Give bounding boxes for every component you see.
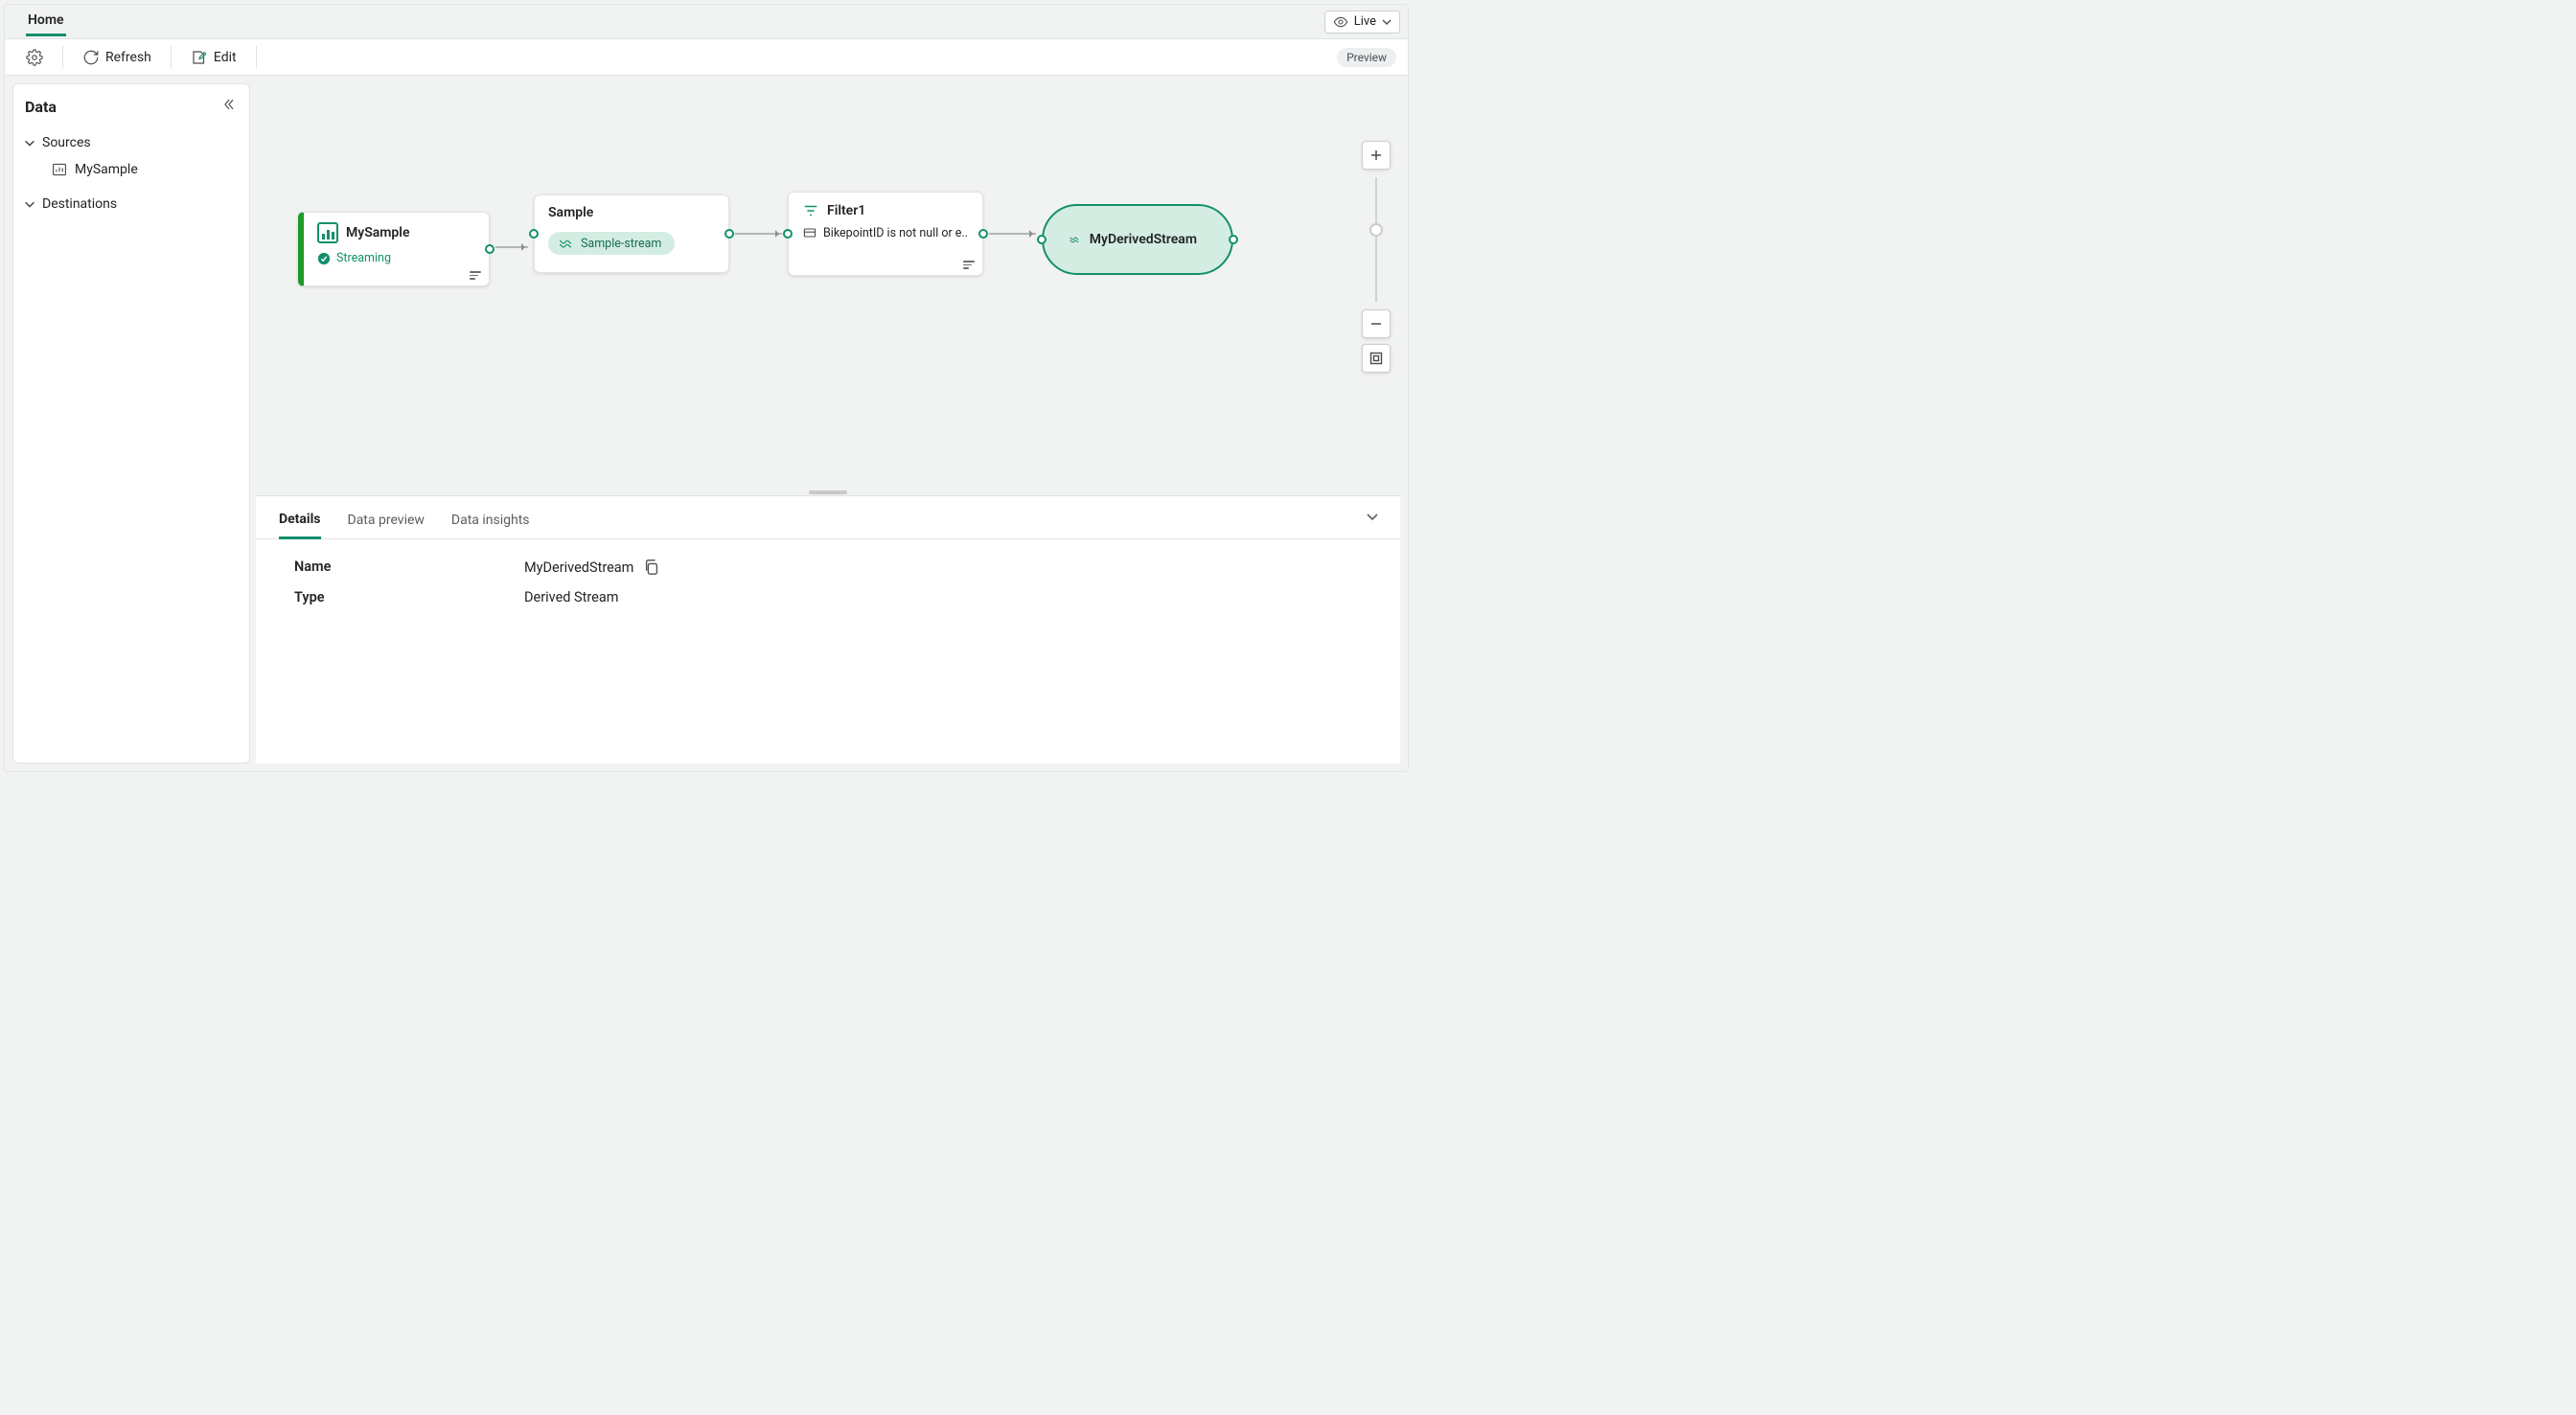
node-sample-title: Sample <box>548 205 593 220</box>
node-derived-stream[interactable]: MyDerivedStream <box>1042 204 1233 275</box>
input-port[interactable] <box>1037 235 1046 244</box>
edge-sample-to-filter <box>735 233 782 235</box>
sample-pill-label: Sample-stream <box>581 237 661 251</box>
check-circle-icon <box>317 252 331 265</box>
zoom-slider[interactable] <box>1375 177 1377 302</box>
node-mysample-status: Streaming <box>336 251 391 265</box>
zoom-out-button[interactable] <box>1362 309 1391 338</box>
output-port[interactable] <box>1229 235 1238 244</box>
source-item-mysample[interactable]: MySample <box>23 156 240 183</box>
tab-data-preview[interactable]: Data preview <box>348 507 425 537</box>
chevron-double-left-icon <box>221 97 237 112</box>
edge-filter-to-derived <box>989 233 1036 235</box>
details-name-value: MyDerivedStream <box>524 559 633 576</box>
edit-label: Edit <box>214 50 237 65</box>
collapse-sidebar-button[interactable] <box>218 94 240 115</box>
destinations-label: Destinations <box>42 196 117 212</box>
destinations-group-toggle[interactable]: Destinations <box>23 191 240 217</box>
plus-icon <box>1369 148 1383 162</box>
node-menu-button[interactable] <box>470 271 481 280</box>
column-icon <box>802 225 817 240</box>
source-item-label: MySample <box>75 162 138 177</box>
settings-button[interactable] <box>26 49 43 66</box>
node-menu-button[interactable] <box>963 261 975 269</box>
edit-icon <box>191 49 208 66</box>
output-port[interactable] <box>485 244 494 254</box>
sources-group-toggle[interactable]: Sources <box>23 129 240 156</box>
minus-icon <box>1369 317 1383 331</box>
stream-icon <box>1069 232 1080 247</box>
node-mysample[interactable]: MySample Streaming <box>298 212 490 286</box>
toolbar-separator <box>62 46 63 69</box>
gear-icon <box>26 49 43 66</box>
live-dropdown[interactable]: Live <box>1324 11 1400 34</box>
toolbar-separator <box>256 46 257 69</box>
toolbar-separator <box>171 46 172 69</box>
chevron-down-icon <box>23 197 36 211</box>
node-filter-rule: BikepointID is not null or e... <box>823 226 969 240</box>
node-filter[interactable]: Filter1 BikepointID is not null or e... <box>788 192 983 276</box>
edit-button[interactable]: Edit <box>191 49 237 66</box>
bar-chart-icon <box>317 222 338 243</box>
tab-details[interactable]: Details <box>279 506 321 539</box>
refresh-label: Refresh <box>105 50 151 65</box>
zoom-control <box>1362 141 1391 373</box>
copy-icon[interactable] <box>643 559 660 576</box>
eye-icon <box>1333 14 1348 30</box>
caret-down-icon <box>1382 17 1392 27</box>
node-mysample-title: MySample <box>346 225 409 240</box>
details-type-value: Derived Stream <box>524 589 618 605</box>
edge-mysample-to-sample <box>495 246 528 248</box>
details-type-label: Type <box>294 589 486 605</box>
data-sidebar: Data Sources MySample <box>12 83 250 764</box>
details-panel: Details Data preview Data insights Name … <box>256 495 1400 764</box>
node-sample[interactable]: Sample Sample-stream <box>534 194 729 273</box>
refresh-button[interactable]: Refresh <box>82 49 151 66</box>
input-port[interactable] <box>529 229 539 239</box>
input-port[interactable] <box>783 229 793 239</box>
sidebar-title: Data <box>25 98 240 116</box>
zoom-in-button[interactable] <box>1362 141 1391 170</box>
graph-canvas[interactable]: MySample Streaming Sample <box>256 83 1400 490</box>
chevron-down-icon <box>1365 509 1380 524</box>
output-port[interactable] <box>978 229 988 239</box>
sources-label: Sources <box>42 135 91 150</box>
live-label: Live <box>1354 14 1376 29</box>
refresh-icon <box>82 49 100 66</box>
details-name-label: Name <box>294 559 486 576</box>
zoom-fit-button[interactable] <box>1362 344 1391 373</box>
tab-data-insights[interactable]: Data insights <box>451 507 530 537</box>
bar-chart-icon <box>52 162 67 177</box>
collapse-panel-button[interactable] <box>1362 506 1383 527</box>
filter-icon <box>802 202 819 219</box>
stream-icon <box>558 236 573 251</box>
preview-badge: Preview <box>1337 48 1396 67</box>
tab-home[interactable]: Home <box>26 7 66 36</box>
fit-icon <box>1369 352 1383 365</box>
output-port[interactable] <box>724 229 734 239</box>
node-derived-title: MyDerivedStream <box>1090 232 1197 247</box>
sample-stream-pill[interactable]: Sample-stream <box>548 232 675 255</box>
node-filter-title: Filter1 <box>827 203 865 218</box>
chevron-down-icon <box>23 136 36 149</box>
panel-splitter[interactable] <box>256 490 1400 495</box>
zoom-thumb[interactable] <box>1369 223 1383 237</box>
